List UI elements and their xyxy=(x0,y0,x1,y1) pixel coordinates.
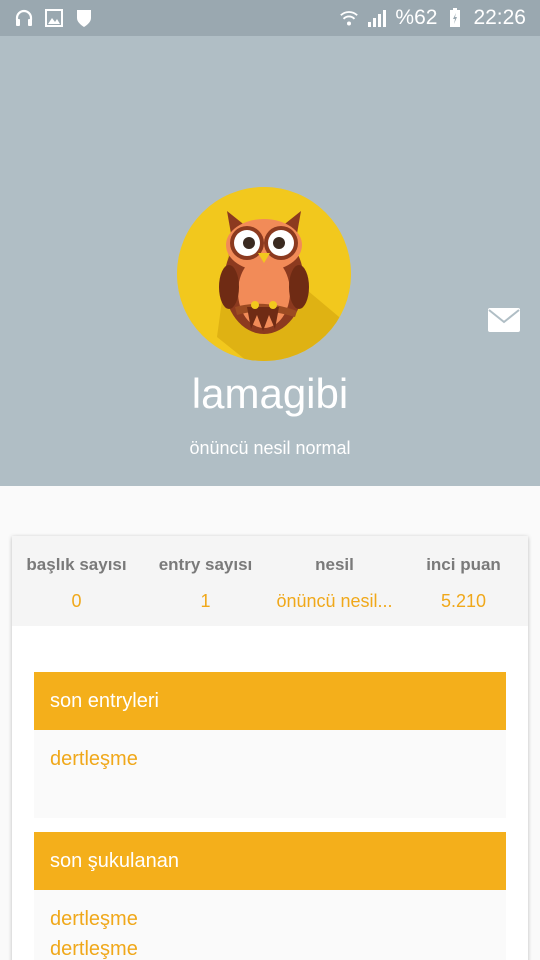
recent-upvoted-section: son şukulanan dertleşme dertleşme xyxy=(34,832,506,960)
stat-label: nesil xyxy=(315,555,354,574)
section-title: son entryleri xyxy=(34,672,506,730)
battery-icon xyxy=(445,8,465,28)
stats-card: başlık sayısı 0 entry sayısı 1 nesil önü… xyxy=(12,536,528,960)
status-bar: %62 22:26 xyxy=(0,0,540,36)
shield-icon xyxy=(74,8,94,28)
stats-row: başlık sayısı 0 entry sayısı 1 nesil önü… xyxy=(12,536,528,626)
stat-entry-count: entry sayısı 1 xyxy=(141,536,270,626)
entry-link[interactable]: dertleşme xyxy=(50,744,490,774)
wifi-icon xyxy=(339,8,359,28)
username: lamagibi xyxy=(191,370,349,417)
avatar[interactable] xyxy=(177,187,351,361)
recent-entries-section: son entryleri dertleşme xyxy=(34,672,506,818)
stat-value: 1 xyxy=(200,591,211,611)
stat-value: 0 xyxy=(71,591,82,611)
headphones-icon xyxy=(14,8,34,28)
mail-icon[interactable] xyxy=(488,308,520,332)
battery-percent: %62 xyxy=(395,6,438,29)
signal-icon xyxy=(367,8,387,28)
entry-link[interactable]: dertleşme xyxy=(50,904,490,934)
stat-value: 5.210 xyxy=(440,591,487,611)
stat-label: entry sayısı xyxy=(158,555,253,574)
stat-label: inci puan xyxy=(426,555,501,574)
image-icon xyxy=(44,8,64,28)
stat-value: önüncü nesil... xyxy=(276,591,393,611)
section-body: dertleşme xyxy=(34,730,506,818)
profile-header: lamagibi önüncü nesil normal xyxy=(0,36,540,486)
stat-karma: inci puan 5.210 xyxy=(399,536,528,626)
stat-generation: nesil önüncü nesil... xyxy=(270,536,399,626)
clock: 22:26 xyxy=(473,6,526,29)
entry-link[interactable]: dertleşme xyxy=(50,934,490,960)
generation-title: önüncü nesil normal xyxy=(189,438,351,458)
owl-icon xyxy=(177,187,351,361)
stat-label: başlık sayısı xyxy=(26,555,127,574)
stat-topic-count: başlık sayısı 0 xyxy=(12,536,141,626)
section-title: son şukulanan xyxy=(34,832,506,890)
section-body: dertleşme dertleşme xyxy=(34,890,506,960)
